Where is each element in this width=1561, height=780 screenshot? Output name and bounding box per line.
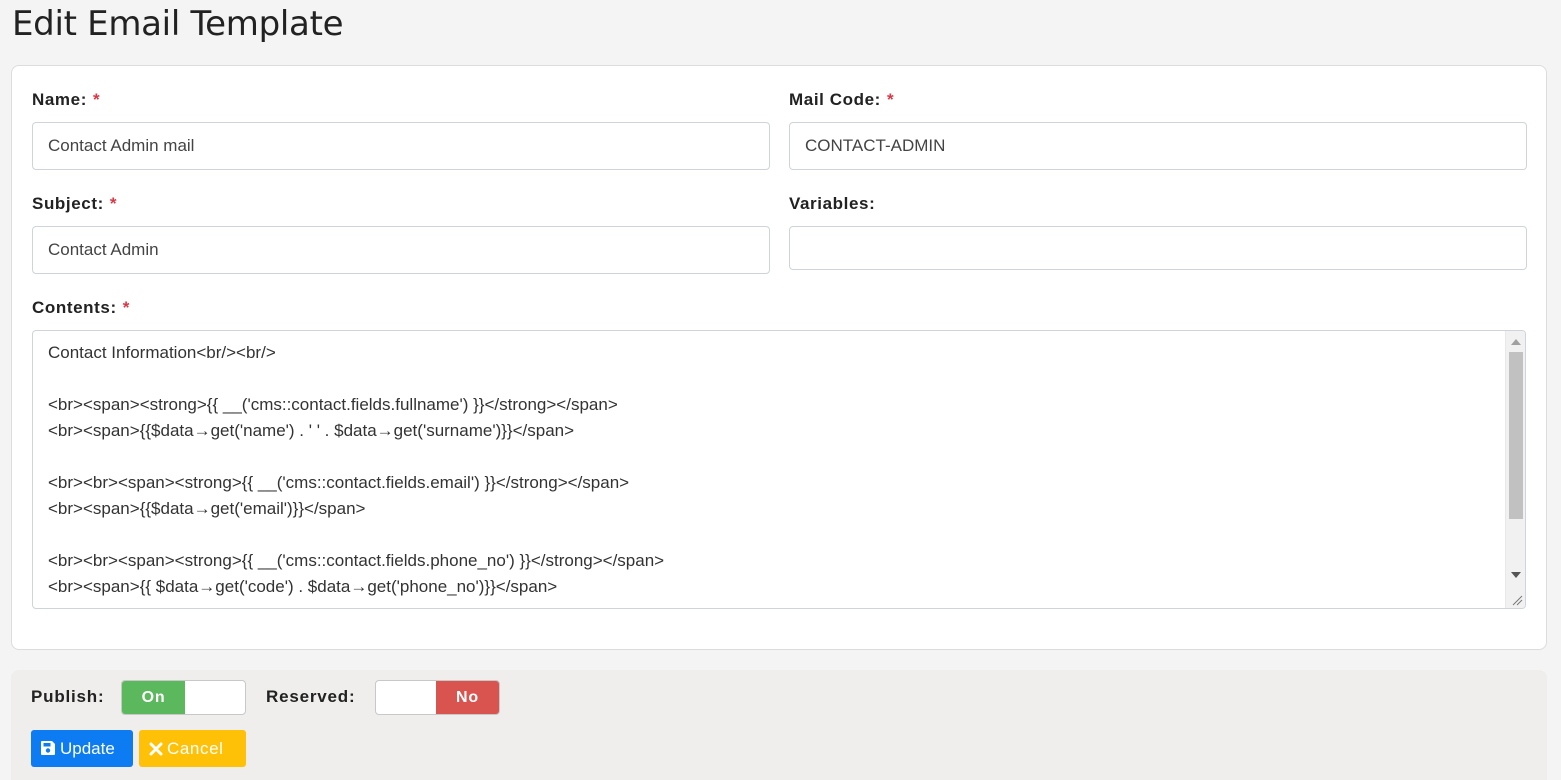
update-label: Update [60, 739, 115, 758]
variables-label-text: Variables: [789, 194, 876, 213]
subject-label-text: Subject: [32, 194, 104, 213]
cancel-label: Cancel [167, 739, 224, 758]
mail-code-input[interactable]: CONTACT-ADMIN [789, 122, 1527, 170]
required-marker: * [122, 298, 130, 317]
contents-label-text: Contents: [32, 298, 117, 317]
contents-line: <br><br><span><strong>{{ __('cms::contac… [48, 551, 665, 570]
resize-grip-icon[interactable] [1511, 594, 1523, 606]
publish-label: Publish: [31, 687, 105, 706]
reserved-label: Reserved: [266, 687, 356, 706]
name-label: Name: * [32, 90, 100, 110]
update-button[interactable]: Update [31, 730, 133, 767]
mail-code-label: Mail Code: * [789, 90, 894, 110]
contents-line: <br><span>{{ $data→get('code') . $data→g… [48, 577, 558, 596]
contents-line: <br><span>{{$data→get('name') . ' ' . $d… [48, 421, 575, 440]
mail-code-label-text: Mail Code: [789, 90, 881, 109]
contents-line: <br><br><span><strong>{{ __('cms::contac… [48, 473, 630, 492]
reserved-toggle-no: No [436, 681, 499, 714]
contents-line: <br><span>{{$data→get('email')}}</span> [48, 499, 366, 518]
contents-line: <br><span><strong>{{ __('cms::contact.fi… [48, 395, 618, 414]
reserved-toggle[interactable]: No [375, 680, 500, 715]
contents-line: Contact Information<br/><br/> [48, 343, 276, 362]
scroll-down-arrow-icon[interactable] [1511, 572, 1521, 578]
contents-text: Contact Information<br/><br/> <br><span><… [48, 340, 1495, 600]
scroll-thumb[interactable] [1509, 352, 1523, 519]
name-label-text: Name: [32, 90, 87, 109]
contents-line [48, 444, 1495, 470]
contents-label: Contents: * [32, 298, 130, 318]
subject-label: Subject: * [32, 194, 117, 214]
required-marker: * [92, 90, 101, 109]
required-marker: * [109, 194, 118, 213]
close-icon [149, 742, 163, 756]
scroll-up-arrow-icon[interactable] [1511, 339, 1521, 345]
subject-input[interactable]: Contact Admin [32, 226, 770, 274]
save-icon [41, 741, 55, 755]
template-form-card: Name: * Contact Admin mail Mail Code: * CO… [11, 65, 1547, 650]
form-footer: Publish: On Reserved: No Update Cancel [11, 670, 1547, 780]
required-marker: * [886, 90, 895, 109]
publish-toggle-on: On [122, 681, 185, 714]
contents-line [48, 366, 1495, 392]
cancel-button[interactable]: Cancel [139, 730, 246, 767]
page-title: Edit Email Template [12, 4, 344, 44]
variables-input[interactable] [789, 226, 1527, 270]
contents-line [48, 522, 1495, 548]
name-input[interactable]: Contact Admin mail [32, 122, 770, 170]
publish-toggle[interactable]: On [121, 680, 246, 715]
contents-textarea[interactable]: Contact Information<br/><br/> <br><span><… [32, 330, 1526, 609]
contents-scrollbar[interactable] [1505, 331, 1525, 608]
variables-label: Variables: [789, 194, 875, 214]
